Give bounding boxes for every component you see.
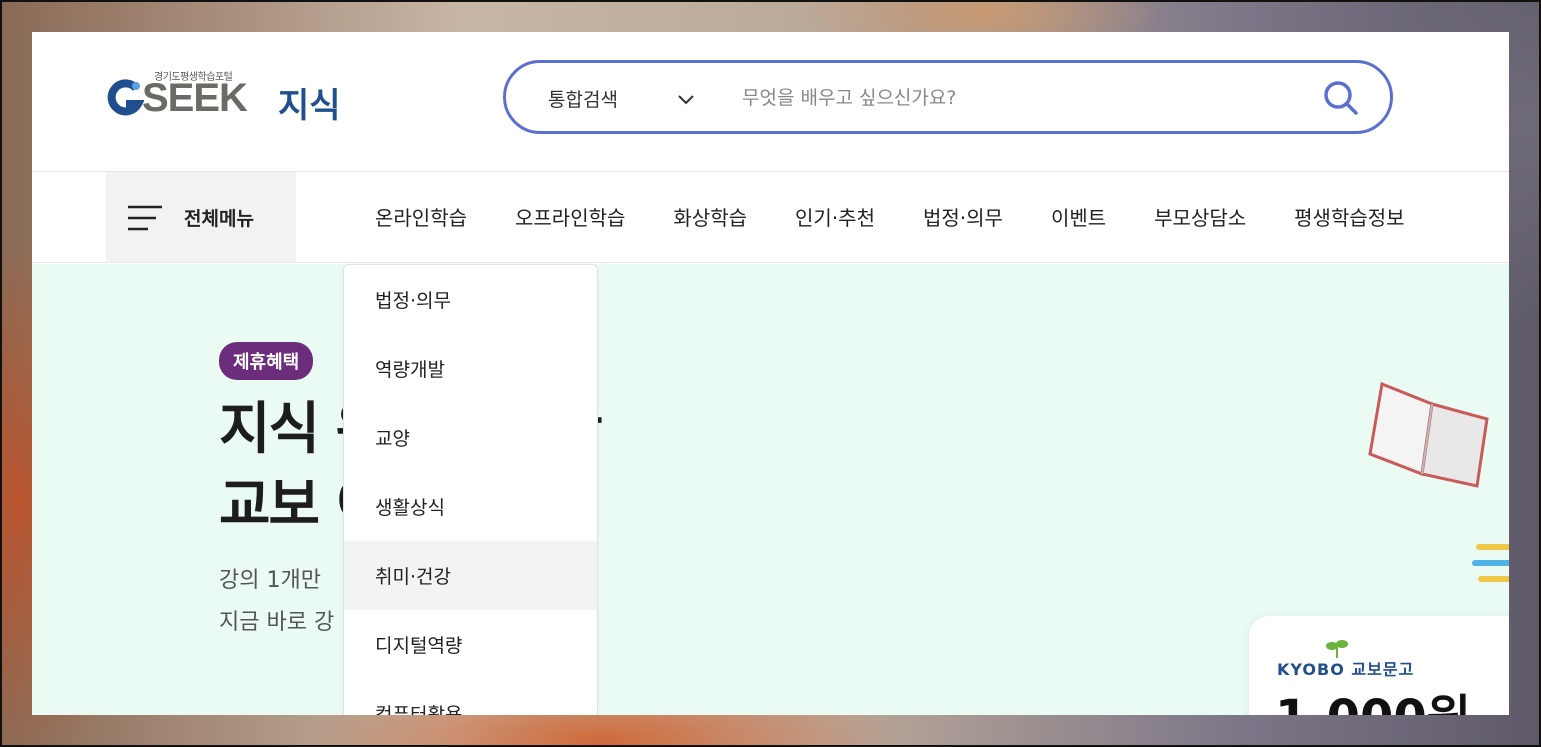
submenu-item-digital[interactable]: 디지털역량	[344, 610, 597, 679]
nav-item-video[interactable]: 화상학습	[673, 202, 747, 231]
submenu-dropdown: 법정·의무 역량개발 교양 생활상식 취미·건강 디지털역량 컴퓨터활용	[343, 264, 598, 715]
kyobo-logo: KYOBO 교보문고	[1277, 660, 1415, 679]
nav-item-events[interactable]: 이벤트	[1051, 202, 1106, 231]
nav-item-parents[interactable]: 부모상담소	[1154, 202, 1246, 231]
submenu-item-competency[interactable]: 역량개발	[344, 334, 597, 403]
nav-item-online[interactable]: 온라인학습	[375, 202, 467, 231]
logo-g-icon	[107, 79, 144, 116]
all-menu-label: 전체메뉴	[184, 208, 254, 230]
logo-name: 지식	[278, 86, 341, 126]
open-book-icon	[1368, 381, 1489, 488]
hero-banner[interactable]: 제휴혜택 지식 위해 준비한 교보 이벤트! 강의 1개만 지금 바로 강 KY…	[32, 264, 1509, 715]
submenu-item-computer[interactable]: 컴퓨터활용	[344, 679, 597, 715]
submenu-item-legal[interactable]: 법정·의무	[344, 265, 597, 334]
kyobo-coupon-card: KYOBO 교보문고 1,000원	[1249, 616, 1509, 715]
hero-subtitle: 강의 1개만 지금 바로 강	[219, 568, 335, 635]
submenu-item-life[interactable]: 생활상식	[344, 472, 597, 541]
nav-item-legal[interactable]: 법정·의무	[923, 202, 1003, 231]
logo-wordmark: SEEK	[142, 76, 248, 120]
search-category-select[interactable]: 통합검색	[548, 85, 618, 112]
kyobo-amount: 1,000원	[1275, 678, 1471, 715]
nav-item-lifelong[interactable]: 평생학습정보	[1294, 202, 1404, 231]
gseek-logo[interactable]: 경기도평생학습포털 SEEK 지식	[106, 68, 346, 126]
chevron-down-icon[interactable]	[676, 89, 696, 109]
hamburger-icon	[128, 205, 162, 231]
nav-items: 온라인학습 오프라인학습 화상학습 인기·추천 법정·의무 이벤트 부모상담소 …	[375, 202, 1453, 231]
partner-benefit-badge: 제휴혜택	[219, 342, 314, 380]
browser-page: 경기도평생학습포털 SEEK 지식 통합검색 무엇을 배우고 싶으신가요? 전체…	[32, 32, 1509, 715]
sprout-icon	[1326, 640, 1348, 658]
submenu-item-hobby[interactable]: 취미·건강	[344, 541, 597, 610]
pencils-icon	[1472, 544, 1509, 582]
search-icon[interactable]	[1321, 78, 1361, 118]
main-nav: 전체메뉴 온라인학습 오프라인학습 화상학습 인기·추천 법정·의무 이벤트 부…	[32, 172, 1509, 263]
search-input[interactable]	[742, 81, 1262, 115]
all-menu-button[interactable]: 전체메뉴	[106, 172, 296, 262]
search-bar: 통합검색	[503, 60, 1393, 134]
nav-item-offline[interactable]: 오프라인학습	[515, 202, 625, 231]
site-header: 경기도평생학습포털 SEEK 지식 통합검색	[32, 32, 1509, 172]
submenu-item-culture[interactable]: 교양	[344, 403, 597, 472]
nav-item-popular[interactable]: 인기·추천	[795, 202, 875, 231]
